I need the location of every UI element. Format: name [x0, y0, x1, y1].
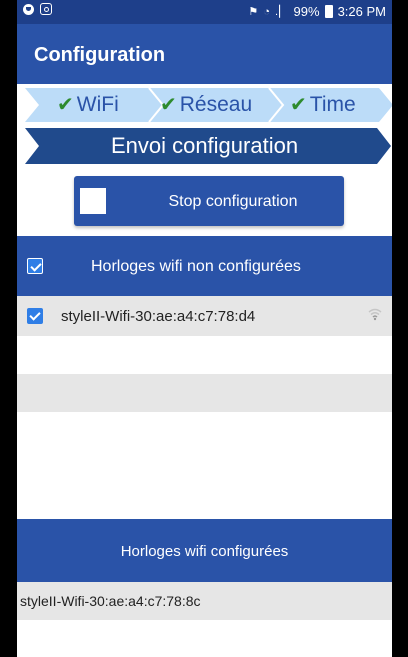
configured-device-name: styleII-Wifi-30:ae:a4:c7:78:8c	[20, 593, 201, 609]
configured-header-label: Horloges wifi configurées	[120, 543, 289, 560]
list-item-empty	[17, 336, 392, 374]
battery-percent: 99%	[293, 4, 320, 19]
list-item-empty	[17, 374, 392, 412]
check-icon: ✔	[290, 94, 307, 116]
wifi-signal-icon	[368, 308, 382, 321]
page-title: Configuration	[34, 44, 166, 66]
step-wifi: ✔ WiFi	[57, 88, 119, 122]
list-item[interactable]: styleII-Wifi-30:ae:a4:c7:78:d4	[17, 296, 392, 336]
progress-steps: ✔ WiFi ✔ Réseau ✔ Time Envoi configurati…	[17, 84, 392, 184]
configured-header: Horloges wifi configurées	[17, 519, 392, 582]
step-reseau: ✔ Réseau	[160, 88, 252, 122]
step-wifi-label: WiFi	[76, 93, 119, 116]
clock: 3:26 PM	[337, 4, 386, 19]
battery-icon	[324, 5, 333, 18]
list-item[interactable]: styleII-Wifi-30:ae:a4:c7:78:8c	[17, 582, 392, 620]
phone-screen: ⚑ ◔ .▏ 99% 3:26 PM Configuration ✔ WiFi …	[17, 0, 392, 657]
instagram-icon	[40, 3, 52, 15]
unconfigured-header-label: Horloges wifi non configurées	[91, 258, 301, 275]
step-reseau-label: Réseau	[179, 93, 253, 116]
notification-app-icon	[23, 3, 34, 15]
step-time: ✔ Time	[290, 88, 356, 122]
check-icon: ✔	[160, 94, 177, 116]
item-checkbox[interactable]	[27, 308, 43, 324]
select-all-checkbox[interactable]	[27, 258, 43, 274]
stop-configuration-label: Stop configuration	[168, 193, 298, 210]
step-time-label: Time	[309, 93, 356, 116]
check-icon: ✔	[57, 94, 74, 116]
device-name: styleII-Wifi-30:ae:a4:c7:78:d4	[61, 308, 256, 325]
signal-icons: ⚑ ◔ .▏	[248, 6, 289, 18]
stop-checkbox[interactable]	[80, 188, 106, 214]
unconfigured-header: Horloges wifi non configurées	[17, 236, 392, 296]
current-step-label: Envoi configuration	[110, 133, 299, 158]
status-bar: ⚑ ◔ .▏ 99% 3:26 PM	[17, 0, 392, 24]
app-bar: Configuration	[17, 24, 392, 84]
stop-configuration-button[interactable]: Stop configuration	[74, 176, 344, 226]
